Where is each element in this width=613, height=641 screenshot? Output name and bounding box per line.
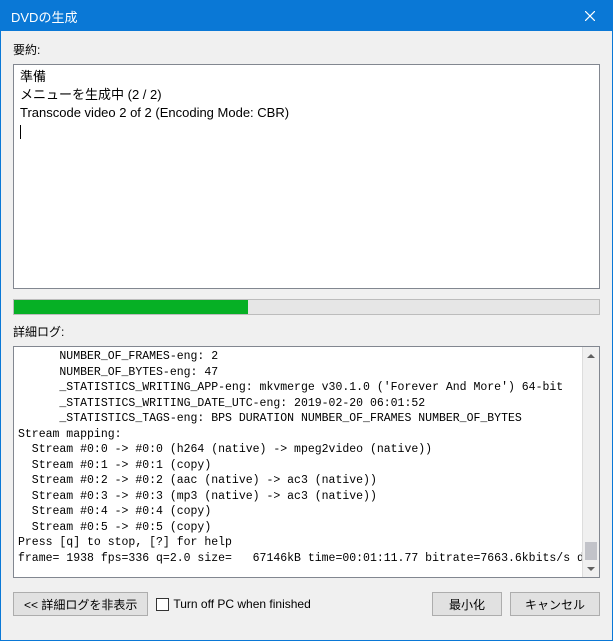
progress-fill [14, 300, 248, 314]
summary-line: 準備 [20, 68, 593, 86]
scroll-track[interactable] [583, 364, 599, 560]
log-label: 詳細ログ: [13, 323, 600, 340]
scroll-thumb[interactable] [585, 542, 597, 560]
toggle-log-button[interactable]: << 詳細ログを非表示 [13, 592, 148, 616]
summary-cursor-line [20, 123, 593, 141]
cancel-button[interactable]: キャンセル [510, 592, 600, 616]
dialog-window: DVDの生成 要約: 準備 メニューを生成中 (2 / 2) Transcode… [0, 0, 613, 641]
log-scrollbar[interactable] [582, 347, 599, 577]
chevron-up-icon [587, 352, 595, 360]
close-icon [585, 11, 595, 21]
turn-off-pc-label: Turn off PC when finished [173, 597, 310, 611]
turn-off-pc-checkbox-wrap[interactable]: Turn off PC when finished [156, 597, 310, 611]
summary-line: Transcode video 2 of 2 (Encoding Mode: C… [20, 104, 593, 122]
scroll-up-button[interactable] [583, 347, 599, 364]
summary-line: メニューを生成中 (2 / 2) [20, 86, 593, 104]
button-row: << 詳細ログを非表示 Turn off PC when finished 最小… [13, 592, 600, 616]
summary-label: 要約: [13, 41, 600, 58]
summary-box[interactable]: 準備 メニューを生成中 (2 / 2) Transcode video 2 of… [13, 64, 600, 289]
progress-bar [13, 299, 600, 315]
titlebar: DVDの生成 [1, 1, 612, 31]
log-box: NUMBER_OF_FRAMES-eng: 2 NUMBER_OF_BYTES-… [13, 346, 600, 578]
turn-off-pc-checkbox[interactable] [156, 598, 169, 611]
log-content[interactable]: NUMBER_OF_FRAMES-eng: 2 NUMBER_OF_BYTES-… [14, 347, 599, 577]
content-area: 要約: 準備 メニューを生成中 (2 / 2) Transcode video … [1, 31, 612, 640]
close-button[interactable] [567, 1, 612, 31]
minimize-button[interactable]: 最小化 [432, 592, 502, 616]
scroll-down-button[interactable] [583, 560, 599, 577]
window-title: DVDの生成 [11, 7, 567, 26]
chevron-down-icon [587, 565, 595, 573]
